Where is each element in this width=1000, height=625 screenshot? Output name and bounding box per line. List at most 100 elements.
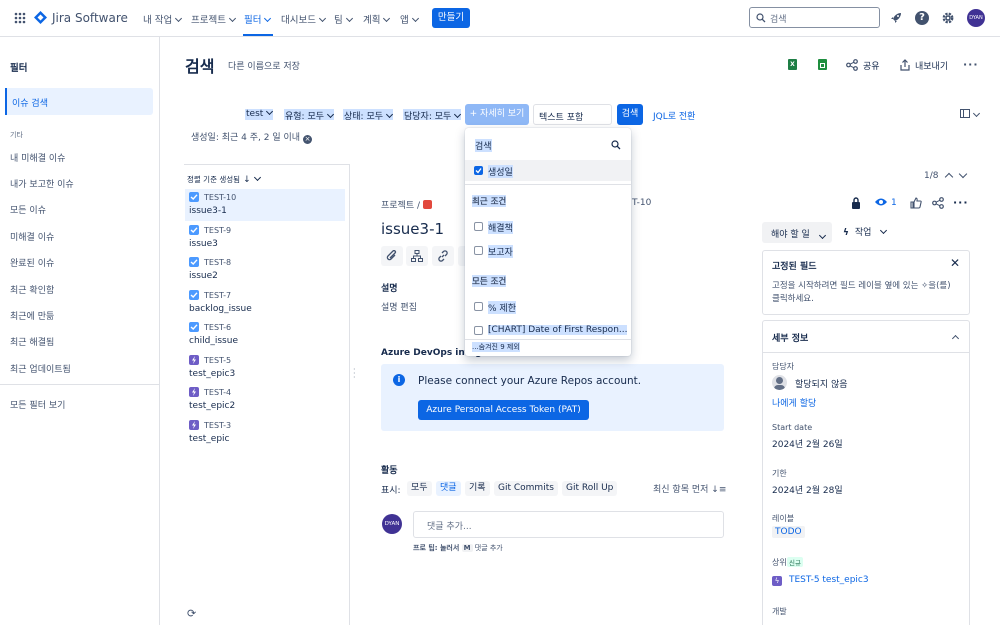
activity-tab-history[interactable]: 기록 bbox=[465, 481, 490, 496]
sidebar-item-all-issues[interactable]: 모든 이슈 bbox=[10, 203, 46, 216]
jira-logo-icon[interactable] bbox=[34, 11, 47, 24]
more-actions-icon[interactable]: ··· bbox=[953, 196, 969, 209]
excel-export-icon[interactable]: X bbox=[788, 59, 797, 70]
sidebar-item-resolved-recently[interactable]: 최근 해결됨 bbox=[10, 335, 54, 348]
dropdown-option-reporter[interactable]: 보고자 bbox=[465, 240, 631, 260]
sidebar-item-viewed-recently[interactable]: 최근 확인함 bbox=[10, 283, 54, 296]
divider bbox=[0, 384, 159, 385]
prev-issue-icon[interactable] bbox=[944, 172, 954, 182]
comment-input[interactable]: 댓글 추가... bbox=[413, 511, 724, 538]
sidebar-item-open-issues[interactable]: 미해결 이슈 bbox=[10, 230, 54, 243]
more-filters-button[interactable]: + 자세히 보기 bbox=[465, 104, 529, 125]
refresh-icon[interactable]: ⟳ bbox=[187, 607, 196, 620]
activity-order[interactable]: 최신 항목 먼저 ↓≡ bbox=[653, 482, 726, 495]
nav-plans[interactable]: 계획 bbox=[363, 12, 391, 26]
due-date-label: 기한 bbox=[772, 469, 787, 478]
dropdown-option-limit[interactable]: % 제한 bbox=[465, 296, 631, 316]
status-filter[interactable]: 상태: 모두 bbox=[343, 109, 394, 122]
nav-label: 필터 bbox=[244, 15, 262, 26]
status-filter-label: 상태: 모두 bbox=[344, 112, 384, 122]
notifications-rocket-icon[interactable] bbox=[889, 11, 903, 25]
activity-tab-comments[interactable]: 댓글 bbox=[436, 481, 461, 496]
app-title[interactable]: Jira Software bbox=[52, 11, 128, 25]
actions-button[interactable]: ϟ 작업 bbox=[843, 225, 888, 238]
start-date-value[interactable]: 2024년 2월 26일 bbox=[772, 437, 843, 450]
epic-icon bbox=[189, 419, 199, 430]
dropdown-search-input[interactable]: 검색 bbox=[465, 136, 631, 154]
next-issue-icon[interactable] bbox=[958, 169, 968, 179]
attach-button[interactable] bbox=[381, 246, 403, 266]
app-switcher-icon[interactable] bbox=[14, 12, 26, 24]
nav-your-work[interactable]: 내 작업 bbox=[143, 12, 183, 26]
list-item[interactable]: TEST-5 test_epic3 bbox=[185, 352, 345, 384]
global-search-input[interactable]: 검색 bbox=[749, 7, 880, 28]
child-issue-button[interactable] bbox=[406, 246, 428, 266]
sidebar-item-reported-by-me[interactable]: 내가 보고한 이슈 bbox=[10, 177, 74, 190]
dropdown-option-resolution[interactable]: 해결책 bbox=[465, 216, 631, 236]
share-label: 공유 bbox=[863, 62, 880, 72]
search-button[interactable]: 검색 bbox=[617, 104, 643, 125]
share-icon[interactable] bbox=[932, 197, 944, 209]
list-item[interactable]: TEST-6 child_issue bbox=[185, 319, 345, 351]
nav-apps[interactable]: 앱 bbox=[400, 12, 419, 26]
save-as-link[interactable]: 다른 이름으로 저장 bbox=[228, 59, 300, 72]
link-issue-button[interactable] bbox=[432, 246, 454, 266]
status-button[interactable]: 해야 할 일 bbox=[762, 222, 832, 243]
avatar[interactable]: DYAN bbox=[967, 9, 985, 27]
sidebar-item-done-issues[interactable]: 완료된 이슈 bbox=[10, 256, 54, 269]
due-date-value[interactable]: 2024년 2월 28일 bbox=[772, 483, 843, 496]
view-switcher-icon[interactable] bbox=[960, 109, 981, 121]
panel-divider-vertical[interactable] bbox=[349, 164, 350, 625]
sidebar-item-view-all-filters[interactable]: 모든 필터 보기 bbox=[10, 398, 65, 411]
activity-tab-all[interactable]: 모두 bbox=[407, 481, 432, 496]
nav-teams[interactable]: 팀 bbox=[334, 12, 353, 26]
watch-button[interactable]: 1 bbox=[874, 197, 897, 208]
collapse-icon[interactable] bbox=[951, 334, 960, 343]
nav-projects[interactable]: 프로젝트 bbox=[191, 12, 237, 26]
switch-to-jql-link[interactable]: JQL로 전환 bbox=[653, 109, 695, 122]
sort-control[interactable]: 정렬 기준 생성됨 ↓ bbox=[187, 173, 261, 185]
description-edit[interactable]: 설명 편집 bbox=[381, 300, 417, 313]
list-item[interactable]: TEST-3 test_epic bbox=[185, 417, 345, 449]
breadcrumb-project[interactable]: 프로젝트 bbox=[381, 201, 414, 211]
drag-handle-icon[interactable]: · · · bbox=[353, 366, 356, 382]
dropdown-option-created[interactable]: 생성일 bbox=[465, 160, 631, 181]
label-tag[interactable]: TODO bbox=[772, 526, 805, 538]
assignee-filter[interactable]: 담당자: 모두 bbox=[403, 109, 462, 122]
assignee-filter-label: 담당자: 모두 bbox=[404, 112, 452, 122]
assign-to-me-link[interactable]: 나에게 할당 bbox=[772, 396, 816, 409]
parent-link[interactable]: TEST-5 test_epic3 bbox=[789, 575, 869, 585]
sidebar-item-my-open-issues[interactable]: 내 미해결 이슈 bbox=[10, 151, 65, 164]
list-item[interactable]: TEST-8 issue2 bbox=[185, 254, 345, 286]
list-item[interactable]: TEST-9 issue3 bbox=[185, 222, 345, 254]
assignee-value[interactable]: 할당되지 않음 bbox=[795, 377, 848, 390]
sidebar-item-updated-recently[interactable]: 최근 업데이트됨 bbox=[10, 362, 71, 375]
type-filter[interactable]: 유형: 모두 bbox=[284, 109, 335, 122]
like-icon[interactable] bbox=[910, 197, 922, 209]
sheets-export-icon[interactable] bbox=[818, 59, 827, 70]
nav-filters[interactable]: 필터 bbox=[244, 12, 272, 26]
lock-icon[interactable] bbox=[851, 197, 861, 209]
assignee-label: 담당자 bbox=[772, 362, 795, 371]
activity-tab-git-rollup[interactable]: Git Roll Up bbox=[562, 481, 618, 496]
settings-gear-icon[interactable] bbox=[941, 11, 955, 25]
project-filter[interactable]: test bbox=[245, 107, 274, 120]
list-item[interactable]: TEST-4 test_epic2 bbox=[185, 384, 345, 416]
sidebar-item-created-recently[interactable]: 최근에 만듦 bbox=[10, 309, 54, 322]
breadcrumb-issue-key[interactable]: T-10 bbox=[632, 198, 651, 208]
list-item[interactable]: TEST-7 backlog_issue bbox=[185, 287, 345, 319]
more-actions-icon[interactable]: ··· bbox=[963, 58, 979, 71]
azure-pat-button[interactable]: Azure Personal Access Token (PAT) bbox=[418, 400, 589, 420]
create-button[interactable]: 만들기 bbox=[432, 8, 470, 28]
help-icon[interactable]: ? bbox=[915, 11, 929, 25]
sidebar-item-search-issues[interactable]: 이슈 검색 bbox=[5, 88, 153, 115]
close-icon[interactable]: ✕ bbox=[950, 256, 960, 270]
text-search-input[interactable]: 텍스트 포함 bbox=[533, 104, 612, 125]
list-item[interactable]: TEST-10 issue3-1 bbox=[185, 189, 345, 221]
nav-dashboards[interactable]: 대시보드 bbox=[281, 12, 327, 26]
details-title[interactable]: 세부 정보 bbox=[772, 331, 808, 344]
issue-title[interactable]: issue3-1 bbox=[381, 220, 444, 238]
activity-tab-git-commits[interactable]: Git Commits bbox=[494, 481, 558, 496]
clear-filter-icon[interactable]: × bbox=[303, 135, 313, 144]
dropdown-option-chart-date[interactable]: [CHART] Date of First Respon... bbox=[465, 320, 631, 340]
